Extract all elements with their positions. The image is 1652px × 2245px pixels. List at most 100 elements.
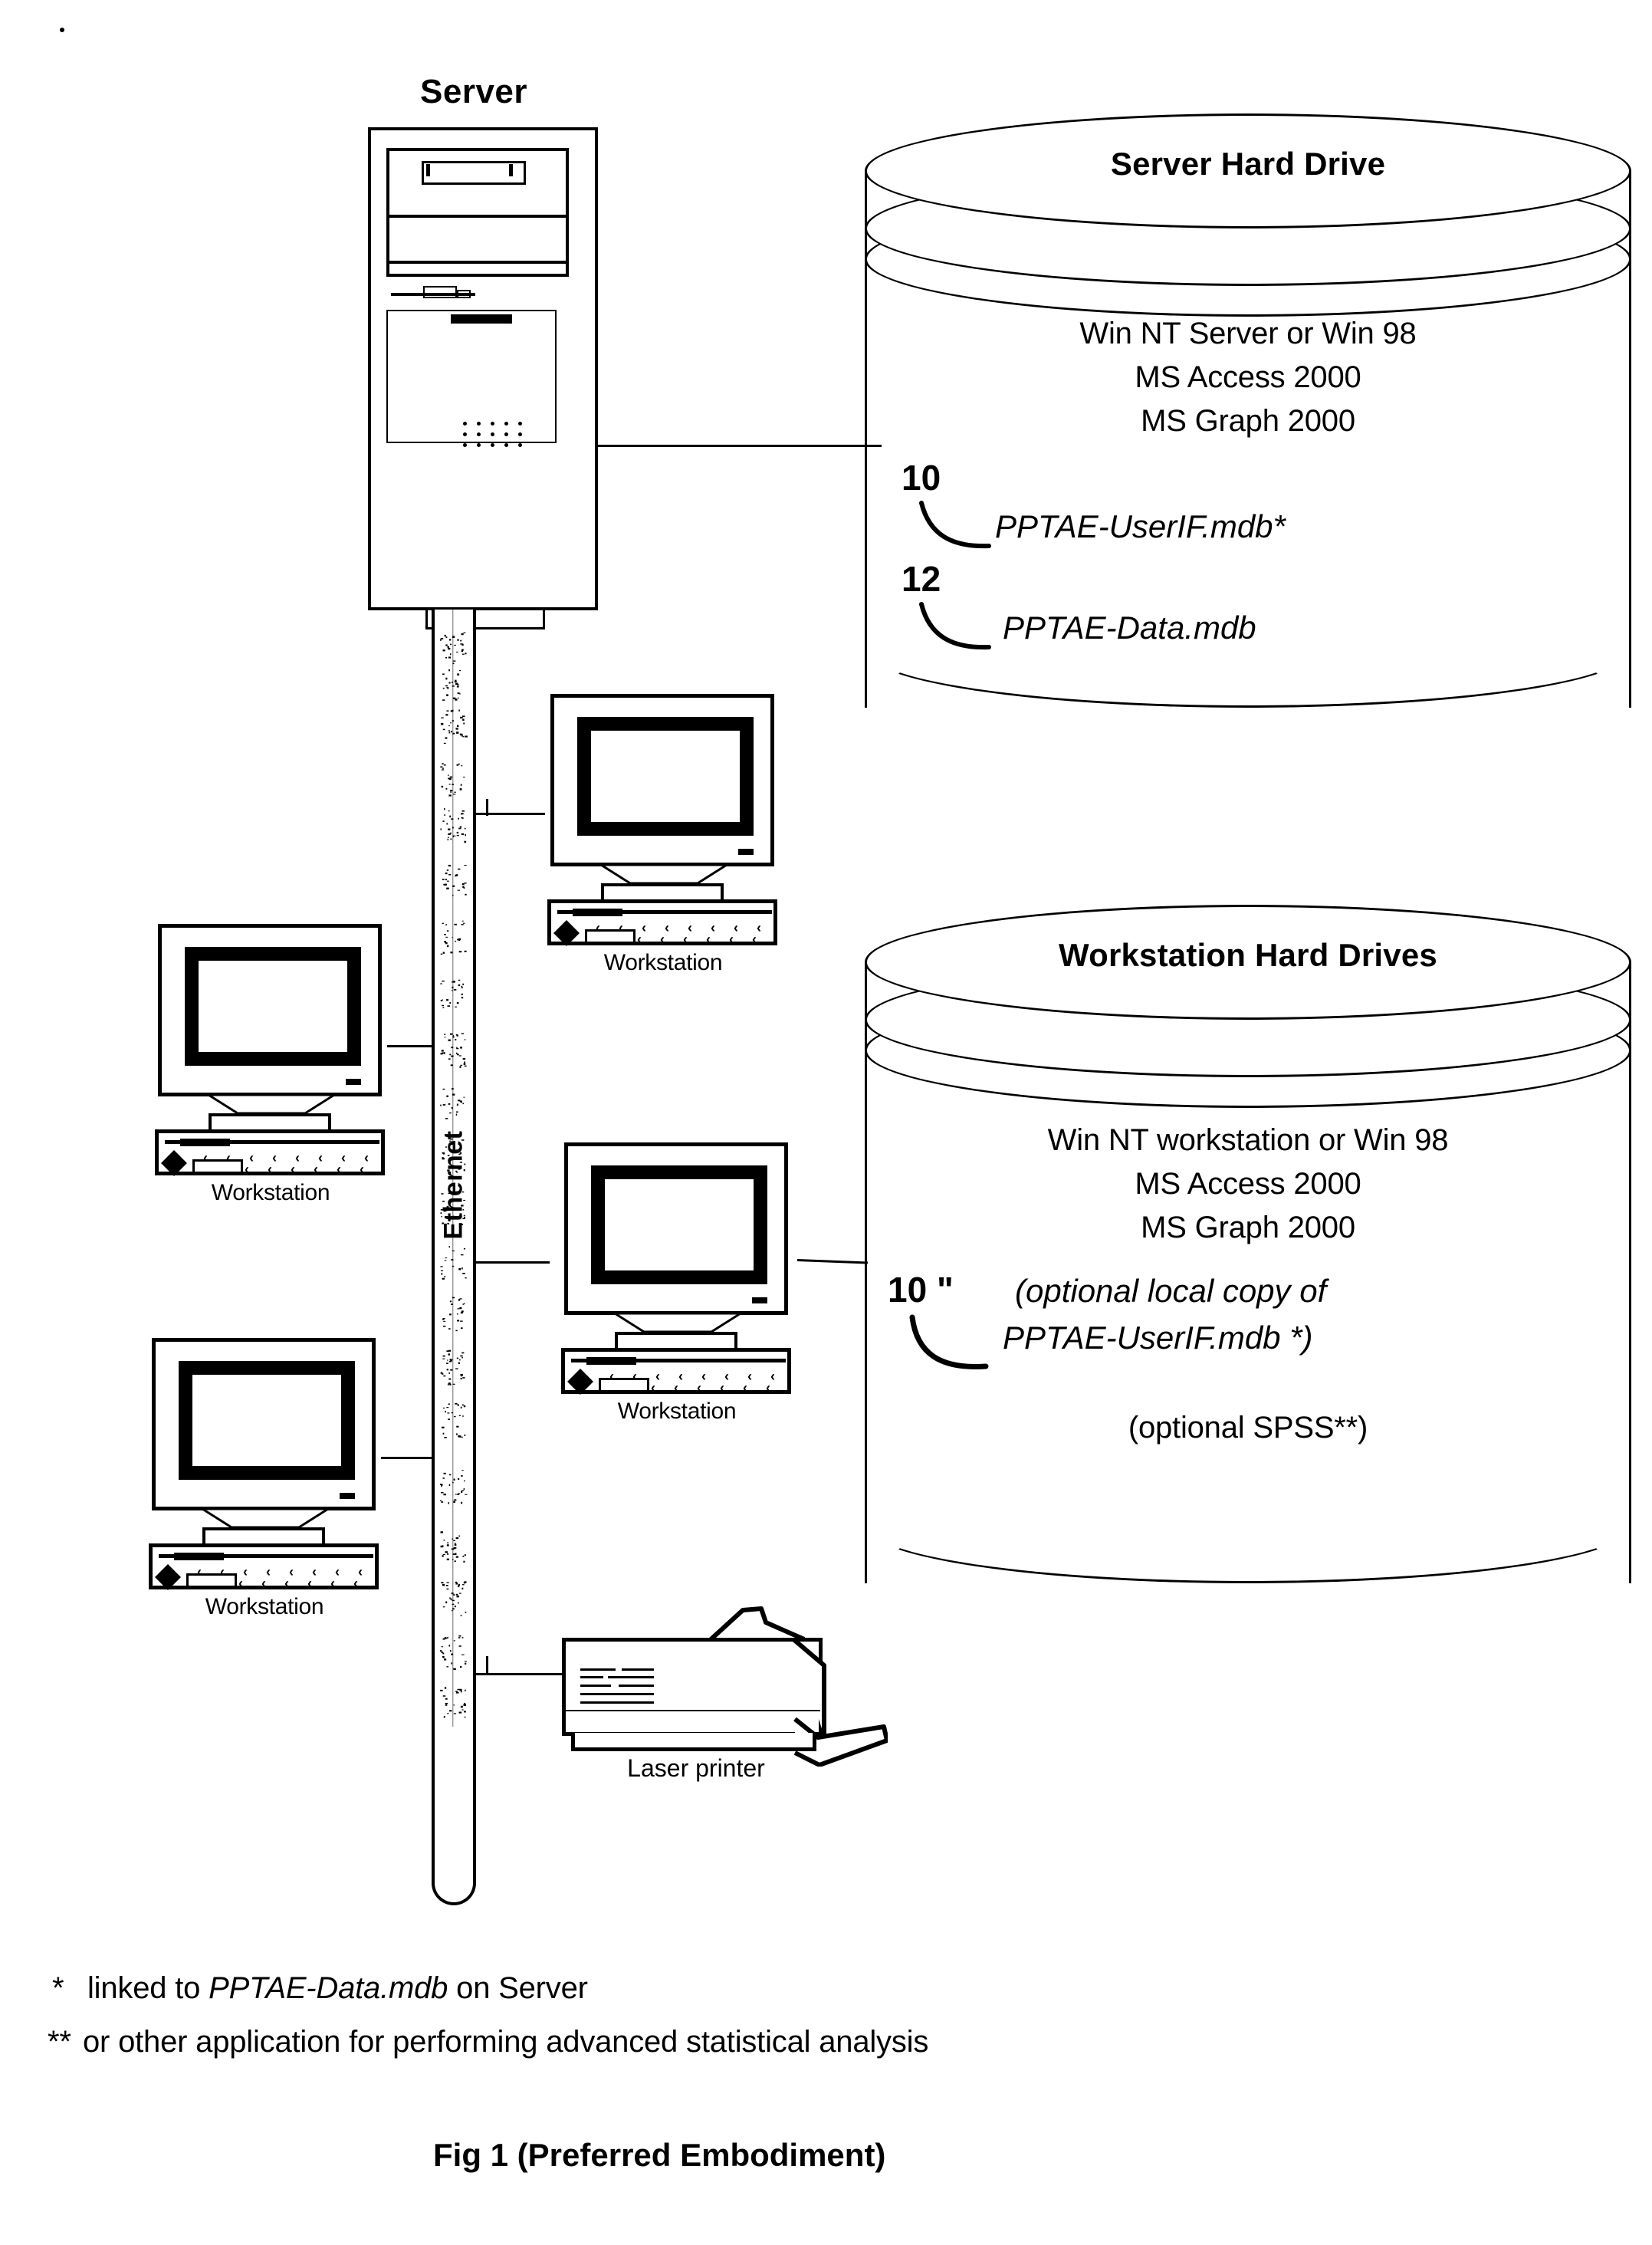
ref-number-10-double-prime: 10 "	[888, 1270, 954, 1310]
ref-12-leader-line	[919, 602, 991, 650]
keyboard-key-glyph: ‹	[220, 1564, 225, 1579]
printer-body-seam	[566, 1710, 820, 1711]
ws-hd-line-0: Win NT workstation or Win 98	[1047, 1123, 1449, 1157]
keyboard-key-glyph: ‹	[312, 1564, 317, 1579]
keyboard-indicator-block	[573, 909, 622, 916]
server-vent-dot	[491, 432, 494, 436]
ref-number-12: 12	[902, 559, 941, 599]
workstation-caption: Workstation	[205, 1594, 324, 1619]
keyboard-key-glyph: ‹	[683, 932, 688, 947]
laser-printer: Laser printer	[562, 1604, 888, 1782]
server-control-strip-box	[423, 286, 457, 298]
ws-hd-optional-spss: (optional SPSS**)	[1128, 1411, 1368, 1445]
server-control-strip	[386, 284, 569, 301]
printer-label-line	[580, 1676, 603, 1678]
server-bay-divider-1	[386, 215, 569, 218]
workstation-keyboard: ‹ ‹ ‹ ‹ ‹ ‹ ‹ ‹ ‹ ‹ ‹ ‹ ‹ ‹	[561, 1348, 791, 1395]
keyboard-key-glyph: ‹	[752, 932, 757, 947]
keyboard-key-glyph: ‹	[238, 1576, 243, 1591]
footnote-text-italic: PPTAE-Data.mdb	[209, 1971, 448, 2005]
server-vent-dot	[463, 443, 467, 447]
server-vent-dot	[477, 432, 481, 436]
footnote-mark: *	[52, 1971, 64, 2005]
footnote-single-asterisk: * linked to PPTAE-Data.mdb on Server	[52, 1973, 588, 2003]
server-vent-dot	[518, 432, 522, 436]
printer-label-line	[622, 1668, 654, 1671]
keyboard-indicator-block	[174, 1553, 224, 1560]
printer-label-line	[608, 1676, 654, 1678]
workstation-stand	[601, 883, 724, 900]
server-vent-dot	[504, 443, 508, 447]
workstation-stand	[209, 1113, 331, 1130]
link-backbone-to-printer	[476, 1673, 565, 1675]
keyboard-key-glyph: ‹	[314, 1162, 318, 1177]
keyboard-diamond-icon	[161, 1150, 187, 1176]
keyboard-key-glyph: ‹	[358, 1564, 363, 1579]
keyboard-key-glyph: ‹	[655, 1369, 660, 1384]
keyboard-key-glyph: ‹	[330, 1576, 335, 1591]
server-tower	[368, 127, 598, 610]
keyboard-key-glyph: ‹	[701, 1369, 706, 1384]
keyboard-key-glyph: ‹	[770, 1369, 775, 1384]
keyboard-key-glyph: ‹	[360, 1162, 364, 1177]
keyboard-key-glyph: ‹	[678, 1369, 683, 1384]
keyboard-key-glyph: ‹	[632, 1369, 637, 1384]
ref-10-filename: PPTAE-UserIF.mdb*	[995, 508, 1286, 544]
keyboard-key-glyph: ‹	[364, 1150, 369, 1165]
workstation-screen	[179, 1361, 355, 1480]
keyboard-key-glyph: ‹	[697, 1380, 701, 1395]
workstation-caption: Workstation	[603, 950, 723, 975]
server-hd-title: Server Hard Drive	[1110, 146, 1386, 182]
ethernet-texture	[439, 610, 468, 1727]
server-vent-dot	[504, 432, 508, 436]
link-server-to-server-hard-drive	[598, 445, 882, 447]
keyboard-key-glyph: ‹	[619, 920, 623, 935]
server-hd-line-1: MS Access 2000	[1135, 360, 1361, 394]
keyboard-key-glyph: ‹	[307, 1576, 312, 1591]
server-title: Server	[420, 73, 528, 110]
workstation-caption: Workstation	[211, 1180, 330, 1205]
printer-label-line	[580, 1668, 616, 1671]
ref-number-10: 10	[902, 458, 941, 498]
printer-label-line	[619, 1685, 654, 1687]
server-hd-line-0: Win NT Server or Win 98	[1079, 317, 1417, 350]
keyboard-diamond-icon	[553, 920, 580, 946]
printer-caption: Laser printer	[627, 1754, 765, 1782]
keyboard-key-glyph: ‹	[724, 1369, 729, 1384]
keyboard-key-glyph: ‹	[743, 1380, 747, 1395]
keyboard-spacebar	[585, 929, 636, 944]
keyboard-key-glyph: ‹	[609, 1369, 614, 1384]
keyboard-key-glyph: ‹	[353, 1576, 358, 1591]
keyboard-key-glyph: ‹	[335, 1564, 340, 1579]
server-hard-drive-cylinder: Server Hard Drive Win NT Server or Win 9…	[865, 113, 1631, 765]
link-ws-middle-to-ws-hard-drives	[796, 1259, 868, 1264]
footnote-double-asterisk: ** or other application for performing ad…	[48, 2026, 928, 2057]
scan-artifact-dot	[60, 28, 64, 32]
workstation-keyboard: ‹ ‹ ‹ ‹ ‹ ‹ ‹ ‹ ‹ ‹ ‹ ‹ ‹ ‹	[547, 899, 777, 947]
keyboard-indicator-block	[180, 1139, 230, 1146]
keyboard-key-glyph: ‹	[720, 1380, 724, 1395]
keyboard-key-glyph: ‹	[243, 1564, 248, 1579]
workstation-power-led-icon	[752, 1297, 767, 1303]
workstation-monitor	[158, 924, 382, 1096]
server-vent-dot	[518, 443, 522, 447]
printer-base	[571, 1733, 816, 1751]
workstation-monitor-neck	[209, 1094, 334, 1114]
server-vent-dot	[518, 422, 522, 426]
link-backbone-to-ws-top-right	[476, 813, 545, 815]
server-vent-dot	[504, 422, 508, 426]
keyboard-key-glyph: ‹	[318, 1150, 323, 1165]
ref-10-optional-copy-line-2: PPTAE-UserIF.mdb *)	[1003, 1320, 1313, 1356]
workstation-top-right: ‹ ‹ ‹ ‹ ‹ ‹ ‹ ‹ ‹ ‹ ‹ ‹ ‹ ‹ Workstation	[537, 694, 790, 975]
ws-hd-line-2: MS Graph 2000	[1141, 1211, 1355, 1244]
keyboard-diamond-icon	[155, 1564, 181, 1590]
ws-hd-bottom-arc	[865, 1468, 1631, 1583]
keyboard-key-glyph: ‹	[266, 1564, 271, 1579]
keyboard-key-glyph: ‹	[651, 1380, 655, 1395]
server-badge-icon	[451, 314, 512, 324]
keyboard-key-glyph: ‹	[203, 1150, 208, 1165]
keyboard-spacebar	[599, 1378, 649, 1392]
keyboard-key-glyph: ‹	[596, 920, 600, 935]
keyboard-key-glyph: ‹	[268, 1162, 272, 1177]
server-vent-dot	[463, 432, 467, 436]
